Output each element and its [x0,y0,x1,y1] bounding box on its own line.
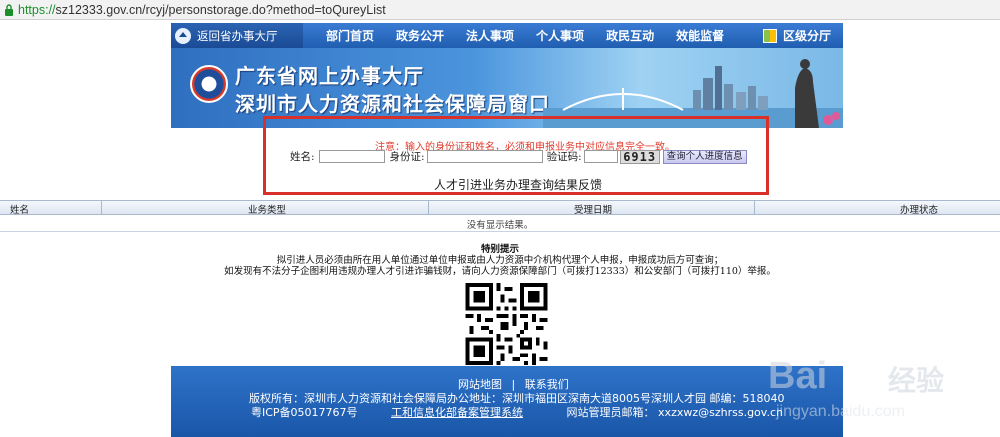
col-header-status: 办理状态 [900,205,939,216]
nav-item-personal[interactable]: 个人事项 [525,27,595,44]
banner-subtitle: 深圳市人力资源和社会保障局窗口 [235,92,550,116]
miit-link[interactable]: 工和信息化部备案管理系统 [391,406,523,419]
url-path: sz12333.gov.cn/rcyj/personstorage.do?met… [55,2,386,17]
top-nav: 返回省办事大厅 部门首页 政务公开 法人事项 个人事项 政民互动 效能监督 区级… [171,23,843,48]
id-number-input[interactable] [426,150,543,163]
nav-item-dept-home[interactable]: 部门首页 [315,27,385,44]
watermark-domain: jingyan.baidu.com [776,403,905,420]
back-to-hall-label: 返回省办事大厅 [197,28,278,43]
district-hall-link[interactable]: 区级分厅 [762,27,843,44]
admin-email-label: 网站管理员邮箱： [566,406,655,419]
col-header-business-type: 业务类型 [248,205,287,216]
id-label: 身份证: [389,151,425,163]
captcha-label: 验证码: [546,151,582,163]
empty-result-text: 没有显示结果。 [466,220,534,231]
home-icon [175,27,191,44]
footer-line-2: 粤ICP备05017767号 工和信息化部备案管理系统 网站管理员邮箱： xxz… [251,404,783,420]
col-divider [754,201,755,215]
district-label: 区级分厅 [782,29,831,43]
back-to-hall-button[interactable]: 返回省办事大厅 [171,23,303,48]
icp-number: 粤ICP备05017767号 [251,406,358,419]
col-header-name: 姓名 [10,205,30,216]
col-header-accept-date: 受理日期 [574,205,613,216]
name-label: 姓名: [290,151,315,163]
nav-item-corporate[interactable]: 法人事项 [455,27,525,44]
nav-item-supervision[interactable]: 效能监督 [665,27,735,44]
district-icon [762,28,777,43]
watermark-brand: Bai [768,355,828,397]
result-table-header: 姓名 业务类型 受理日期 办理状态 [0,200,1000,216]
url-scheme: https:// [18,2,56,17]
watermark-brand-cn: 经验 [888,364,945,397]
nav-item-public-affairs[interactable]: 政务公开 [385,27,455,44]
lock-icon [5,3,13,16]
query-progress-button[interactable]: 查询个人进度信息 [662,149,747,164]
col-divider [101,201,102,215]
name-input[interactable] [318,150,385,163]
captcha-input[interactable] [583,150,618,163]
result-title: 人才引进业务办理查询结果反馈 [434,178,603,192]
tips-line-2: 如发现有不法分子企图利用违规办理人才引进诈骗钱财，请向人力资源保障部门（可拨打1… [224,266,776,277]
banner-title: 广东省网上办事大厅 [235,64,424,88]
divider [0,231,1000,232]
nav-item-interaction[interactable]: 政民互动 [595,27,665,44]
query-form: 姓名: 身份证: 验证码: 6913 查询个人进度信息 [290,149,747,164]
col-divider [428,201,429,215]
qr-code-image [465,283,548,365]
nav-menu: 部门首页 政务公开 法人事项 个人事项 政民互动 效能监督 [315,27,735,44]
address-bar[interactable]: https:// sz12333.gov.cn/rcyj/personstora… [0,0,1000,20]
baidu-watermark: Bai 经验 jingyan.baidu.com [740,345,995,435]
captcha-image[interactable]: 6913 [619,149,660,164]
emblem-logo [190,65,228,103]
